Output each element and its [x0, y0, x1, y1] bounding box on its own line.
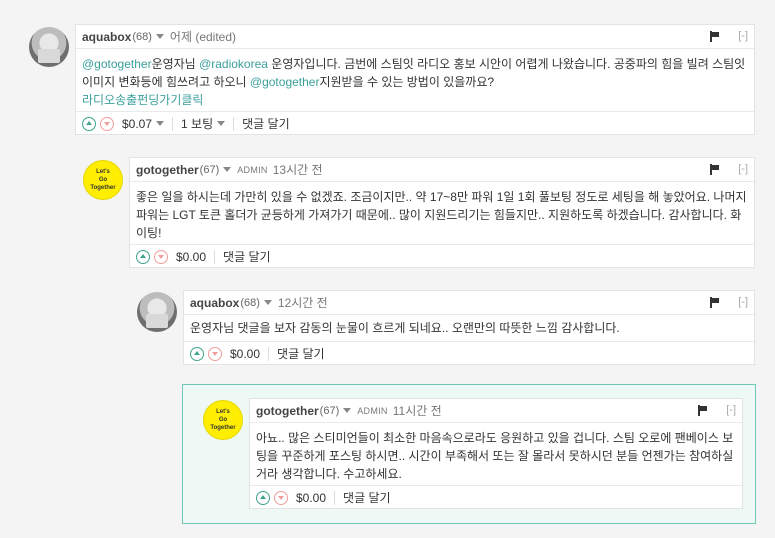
comment-card: gotogether (67) ADMIN 11시간 전 [-] 아뇨.. 많은…: [249, 398, 743, 509]
chevron-down-icon[interactable]: [155, 34, 164, 39]
downvote-icon[interactable]: [154, 249, 168, 264]
chevron-down-icon[interactable]: [263, 300, 272, 305]
reputation: (67): [199, 163, 220, 176]
payout-value[interactable]: $0.00: [230, 347, 260, 361]
reply-button[interactable]: 댓글 달기: [242, 115, 290, 132]
mention-link[interactable]: @radiokorea: [199, 57, 268, 71]
flag-icon[interactable]: [710, 297, 720, 308]
reply-button[interactable]: 댓글 달기: [223, 248, 271, 265]
comment-header: aquabox (68) 어제 (edited) [-]: [76, 25, 754, 49]
collapse-button[interactable]: [-]: [738, 30, 748, 42]
downvote-icon[interactable]: [100, 116, 114, 131]
timestamp[interactable]: 11시간 전: [393, 402, 442, 419]
comment-header: gotogether (67) ADMIN 13시간 전 [-]: [130, 158, 754, 182]
comment-card: gotogether (67) ADMIN 13시간 전 [-] 좋은 일을 하…: [129, 157, 755, 268]
divider: [214, 249, 216, 264]
comment-footer: $0.00 댓글 달기: [250, 485, 742, 509]
logo-text: Let's: [216, 409, 230, 415]
funding-link[interactable]: 라디오송출펀딩가기클릭: [82, 91, 748, 109]
comment-header: aquabox (68) 12시간 전 [-]: [184, 291, 754, 315]
vote-count[interactable]: 1 보팅: [181, 115, 213, 132]
divider: [268, 346, 270, 361]
payout-value[interactable]: $0.00: [176, 250, 206, 264]
logo-text: Together: [90, 185, 116, 191]
collapse-button[interactable]: [-]: [726, 404, 736, 416]
body-text: 지원받을 수 있는 방법이 있을까요?: [319, 75, 495, 89]
downvote-icon[interactable]: [208, 346, 222, 361]
upvote-icon[interactable]: [82, 116, 96, 131]
collapse-button[interactable]: [-]: [738, 296, 748, 308]
upvote-icon[interactable]: [136, 249, 150, 264]
flag-icon[interactable]: [698, 405, 708, 416]
comment-body: @gotogether운영자님 @radiokorea 운영자입니다. 금번에 …: [76, 49, 754, 111]
collapse-button[interactable]: [-]: [738, 163, 748, 175]
upvote-icon[interactable]: [256, 490, 270, 505]
timestamp[interactable]: 13시간 전: [273, 161, 323, 178]
admin-badge: ADMIN: [237, 164, 268, 175]
chevron-down-icon[interactable]: [217, 121, 226, 126]
divider: [172, 116, 174, 131]
flag-icon[interactable]: [710, 164, 720, 175]
comment-footer: $0.00 댓글 달기: [130, 244, 754, 268]
divider: [233, 116, 235, 131]
logo-text: Go: [98, 177, 108, 183]
logo-text: Let's: [96, 169, 110, 175]
chevron-down-icon[interactable]: [156, 121, 165, 126]
comment-body: 아뇨.. 많은 스티미언들이 최소한 마음속으로라도 응원하고 있을 겁니다. …: [256, 431, 734, 481]
author-name[interactable]: aquabox: [190, 296, 239, 310]
reply-button[interactable]: 댓글 달기: [343, 489, 391, 506]
comment-card: aquabox (68) 12시간 전 [-] 운영자님 댓글을 보자 감동의 …: [183, 290, 755, 365]
comment-card: aquabox (68) 어제 (edited) [-] @gotogether…: [75, 24, 755, 135]
payout-value[interactable]: $0.00: [296, 491, 326, 505]
logo-text: Go: [218, 417, 228, 423]
reply-button[interactable]: 댓글 달기: [277, 345, 325, 362]
logo-text: Together: [210, 425, 236, 431]
chevron-down-icon[interactable]: [223, 167, 232, 172]
admin-badge: ADMIN: [357, 405, 388, 416]
comment-footer: $0.00 댓글 달기: [184, 341, 754, 365]
comment-body: 운영자님 댓글을 보자 감동의 눈물이 흐르게 되네요.. 오랜만의 따뜻한 느…: [190, 321, 620, 335]
mention-link[interactable]: @gotogether: [250, 75, 320, 89]
flag-icon[interactable]: [710, 31, 720, 42]
downvote-icon[interactable]: [274, 490, 288, 505]
avatar[interactable]: Let's Go Together: [203, 400, 243, 440]
comment-body: 좋은 일을 하시는데 가만히 있을 수 없겠죠. 조금이지만.. 약 17~8만…: [136, 190, 747, 240]
reputation: (68): [132, 30, 152, 43]
comment-header: gotogether (67) ADMIN 11시간 전 [-]: [250, 399, 742, 423]
comment-footer: $0.07 1 보팅 댓글 달기: [76, 111, 754, 135]
timestamp[interactable]: 12시간 전: [278, 294, 328, 311]
reputation: (67): [319, 404, 340, 417]
author-name[interactable]: gotogether: [136, 163, 199, 177]
avatar[interactable]: [137, 292, 177, 332]
divider: [334, 490, 336, 505]
mention-link[interactable]: @gotogether: [82, 57, 152, 71]
payout-value[interactable]: $0.07: [122, 117, 152, 131]
chevron-down-icon[interactable]: [343, 408, 352, 413]
author-name[interactable]: aquabox: [82, 30, 131, 44]
avatar[interactable]: [29, 27, 69, 67]
body-text: 운영자님: [151, 57, 200, 71]
timestamp[interactable]: 어제 (edited): [170, 28, 236, 45]
upvote-icon[interactable]: [190, 346, 204, 361]
author-name[interactable]: gotogether: [256, 404, 319, 418]
avatar[interactable]: Let's Go Together: [83, 160, 123, 200]
reputation: (68): [240, 296, 260, 309]
